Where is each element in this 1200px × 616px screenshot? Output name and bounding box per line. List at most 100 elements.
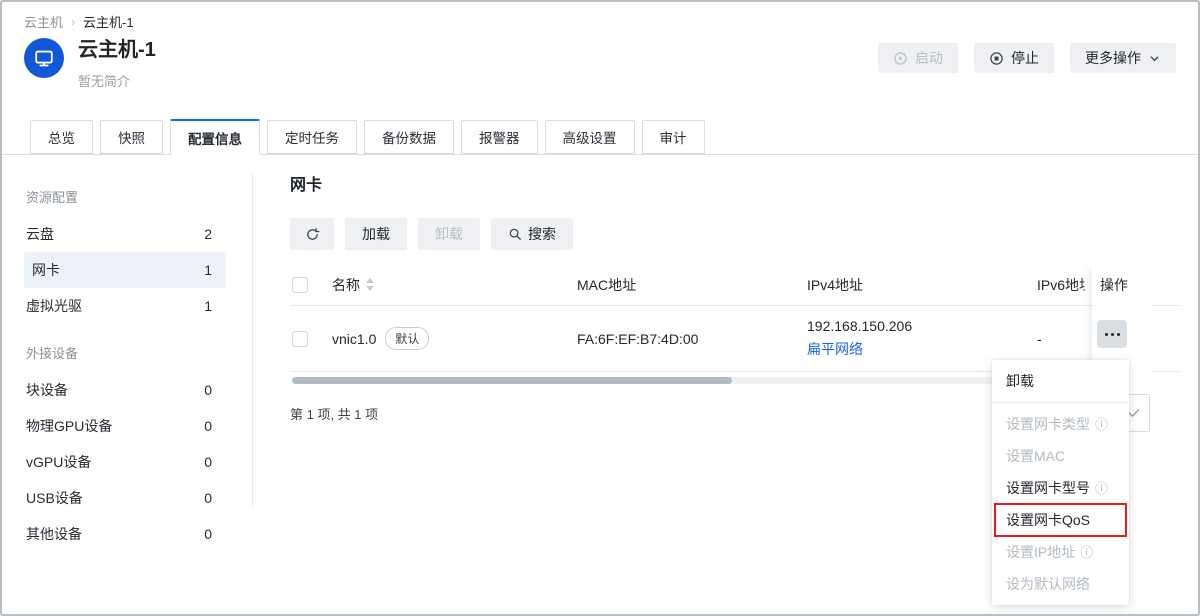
sidebar-item-virtual-cdrom[interactable]: 虚拟光驱 1 [24,288,226,324]
tab-scheduled-tasks[interactable]: 定时任务 [267,120,357,154]
menu-item-label: 设置网卡型号 [1006,480,1090,496]
row-actions-menu: 卸载 设置网卡类型ⓘ 设置MAC 设置网卡型号 ⓘ 设置网卡QoS 设置IP地址 ⓘ… [992,360,1129,605]
menu-item-label: 卸载 [1006,373,1034,389]
sidebar-section-external-devices: 外接设备 [24,336,234,372]
dot-icon [1111,333,1114,336]
menu-item-label: 设置IP地址 [1006,544,1075,560]
start-button[interactable]: 启动 [878,43,958,73]
default-badge: 默认 [385,327,429,350]
breadcrumb: 云主机 › 云主机-1 [24,12,134,31]
nic-toolbar: 加载 卸载 搜索 [290,218,1180,250]
sidebar-item-nic[interactable]: 网卡 1 [24,252,226,288]
sidebar-item-count: 0 [204,382,212,398]
search-icon [508,227,522,241]
sidebar-item-label: 物理GPU设备 [26,416,112,436]
sidebar-item-block-device[interactable]: 块设备 0 [24,372,226,408]
sidebar-item-count: 2 [204,226,212,242]
action-column: 操作 [1092,264,1152,372]
tab-config-info[interactable]: 配置信息 [170,119,260,155]
sidebar-item-count: 0 [204,418,212,434]
tab-snapshot[interactable]: 快照 [100,120,163,154]
column-header-name[interactable]: 名称 [332,275,360,295]
sidebar-item-count: 1 [204,298,212,314]
table-header-row: 名称 MAC地址 IPv4地址 IPv6地址 [290,264,1180,306]
nic-mac: FA:6F:EF:B7:4D:00 [577,331,698,347]
column-header-mac: MAC地址 [577,275,636,295]
nic-table: 名称 MAC地址 IPv4地址 IPv6地址 vnic1.0 默认 FA:6F:… [290,264,1180,372]
stop-button[interactable]: 停止 [974,43,1054,73]
menu-item-set-nic-type[interactable]: 设置网卡类型ⓘ [992,408,1129,440]
tab-audit[interactable]: 审计 [642,120,705,154]
header-actions: 启动 停止 更多操作 [878,43,1176,73]
dot-icon [1105,333,1108,336]
tab-backup-data[interactable]: 备份数据 [364,120,454,154]
menu-item-set-nic-qos[interactable]: 设置网卡QoS [992,504,1129,536]
sidebar-item-label: vGPU设备 [26,452,91,472]
sidebar-item-label: 其他设备 [26,524,82,544]
row-actions-button[interactable] [1097,320,1127,348]
select-all-checkbox[interactable] [292,277,308,293]
menu-item-set-default-network[interactable]: 设为默认网络 [992,568,1129,600]
tab-bar: 总览 快照 配置信息 定时任务 备份数据 报警器 高级设置 审计 [2,119,1198,155]
search-button[interactable]: 搜索 [491,218,573,250]
tab-overview[interactable]: 总览 [30,120,93,154]
sidebar-item-count: 1 [204,262,212,278]
menu-item-set-nic-model[interactable]: 设置网卡型号 ⓘ [992,472,1129,504]
menu-divider [992,402,1129,403]
page-subtitle: 暂无简介 [78,71,156,90]
sidebar-item-cloud-disk[interactable]: 云盘 2 [24,216,226,252]
info-icon: ⓘ [1080,545,1093,560]
page-title: 云主机-1 [78,38,156,62]
sidebar-item-count: 0 [204,454,212,470]
menu-item-label: 设置网卡QoS [1006,512,1090,528]
vm-avatar [24,38,64,78]
menu-item-label: 设置网卡类型 [1006,416,1090,432]
sidebar-item-label: 网卡 [32,260,60,280]
sidebar-item-label: 虚拟光驱 [26,296,82,316]
menu-item-set-ip-address[interactable]: 设置IP地址 ⓘ [992,536,1129,568]
attach-button[interactable]: 加载 [345,218,407,250]
menu-item-detach[interactable]: 卸载 [992,365,1129,397]
panel-title: 网卡 [290,174,1180,202]
vm-detail-page: 云主机 › 云主机-1 云主机-1 暂无简介 启动 停止 [0,0,1200,616]
sidebar-item-vgpu[interactable]: vGPU设备 0 [24,444,226,480]
tab-alarms[interactable]: 报警器 [461,120,538,154]
tab-advanced-settings[interactable]: 高级设置 [545,120,635,154]
network-link[interactable]: 扁平网络 [807,339,912,359]
search-button-label: 搜索 [528,224,556,244]
column-header-action: 操作 [1100,264,1128,306]
menu-item-label: 设为默认网络 [1006,576,1090,592]
dot-icon [1117,333,1120,336]
sidebar-item-label: 块设备 [26,380,68,400]
refresh-button[interactable] [290,218,334,250]
sort-icon[interactable] [366,278,374,291]
menu-item-set-mac[interactable]: 设置MAC [992,440,1129,472]
config-sidebar: 资源配置 云盘 2 网卡 1 虚拟光驱 1 外接设备 块设备 0 物理GPU设备… [24,180,234,552]
column-header-ipv4: IPv4地址 [807,275,863,295]
page-header: 云主机-1 暂无简介 [24,38,156,90]
sidebar-item-count: 0 [204,526,212,542]
monitor-icon [33,47,55,69]
sidebar-section-resource-config: 资源配置 [24,180,234,216]
scrollbar-thumb[interactable] [292,377,732,384]
sidebar-item-usb[interactable]: USB设备 0 [24,480,226,516]
sidebar-item-other-device[interactable]: 其他设备 0 [24,516,226,552]
detach-button[interactable]: 卸载 [418,218,480,250]
sidebar-item-physical-gpu[interactable]: 物理GPU设备 0 [24,408,226,444]
title-block: 云主机-1 暂无简介 [78,38,156,90]
more-actions-button[interactable]: 更多操作 [1070,43,1176,73]
sidebar-divider [252,174,253,508]
check-icon [1127,406,1141,420]
breadcrumb-root[interactable]: 云主机 [24,12,63,31]
row-checkbox[interactable] [292,331,308,347]
chevron-down-icon [1148,52,1161,65]
sidebar-item-label: USB设备 [26,488,83,508]
start-button-label: 启动 [915,48,943,68]
nic-ipv6: - [1037,331,1042,347]
info-icon: ⓘ [1095,481,1108,496]
menu-item-label: 设置MAC [1006,448,1065,464]
sidebar-item-label: 云盘 [26,224,54,244]
refresh-icon [305,227,320,242]
breadcrumb-current: 云主机-1 [83,12,134,31]
sidebar-item-count: 0 [204,490,212,506]
